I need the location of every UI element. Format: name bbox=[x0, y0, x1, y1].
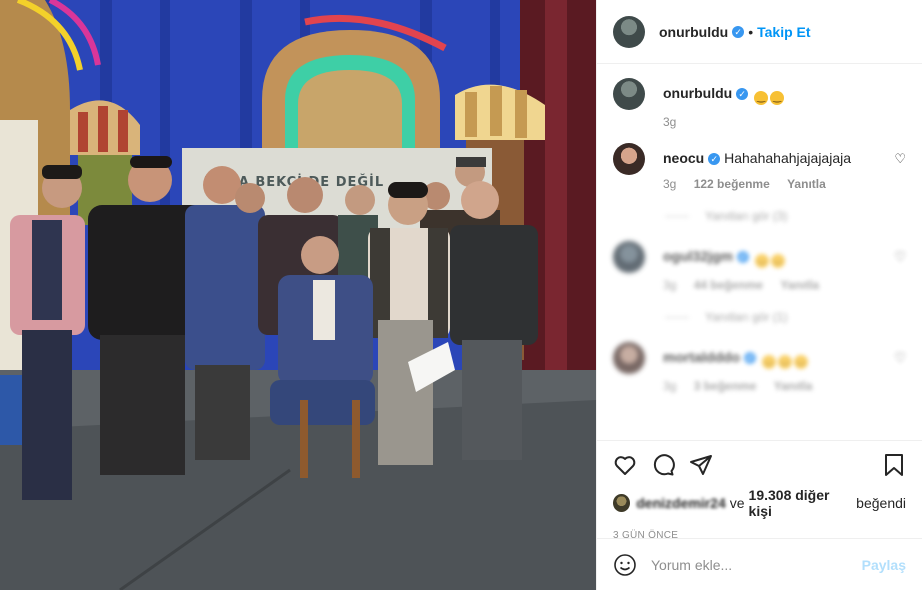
caption-row: onurbuldu ✓ ‿ ‿ 3g bbox=[613, 78, 906, 129]
comment-row: mortaldddo ✓ ◡ ◡ ◡ 3g 3 beğenme Yanıtla ♡ bbox=[613, 342, 906, 393]
commenter-avatar[interactable] bbox=[613, 241, 645, 273]
emoji-picker-icon[interactable] bbox=[613, 553, 637, 577]
commenter-avatar[interactable] bbox=[613, 143, 645, 175]
comment-row: ogul32jgm ✓ ◡ ◡ 3g 44 beğenme Yanıtla ♡ bbox=[613, 241, 906, 292]
commenter-username[interactable]: neocu bbox=[663, 150, 704, 166]
laugh-emoji-icon: ◡ bbox=[761, 355, 776, 369]
likes-summary: denizdemir24 ve 19.308 diğer kişi beğend… bbox=[613, 487, 906, 519]
post-photo[interactable]: DAHA BEKÇİ DE DEĞİL bbox=[0, 0, 596, 590]
smile-emoji-icon: ‿ bbox=[770, 91, 785, 105]
post-header: onurbuldu ✓ • Takip Et bbox=[597, 0, 922, 64]
comment-like-heart-icon[interactable]: ♡ bbox=[894, 151, 906, 167]
verified-badge-icon: ✓ bbox=[744, 352, 756, 364]
verified-badge-icon: ✓ bbox=[732, 25, 745, 38]
comment-time[interactable]: 3g bbox=[663, 278, 676, 292]
view-replies-button[interactable]: Yanıtları gör (1) bbox=[665, 310, 906, 324]
caption-username[interactable]: onurbuldu bbox=[663, 85, 732, 101]
caption-avatar[interactable] bbox=[613, 78, 645, 110]
replies-divider bbox=[665, 316, 689, 318]
comment-time[interactable]: 3g bbox=[663, 379, 676, 393]
replies-divider bbox=[665, 215, 689, 217]
view-replies-label: Yanıtları gör (3) bbox=[705, 209, 788, 223]
comments-list: onurbuldu ✓ ‿ ‿ 3g neocu ✓ Hahahahahjajajaj… bbox=[597, 64, 922, 438]
comment-likes-count[interactable]: 3 beğenme bbox=[694, 379, 757, 393]
author-username[interactable]: onurbuldu bbox=[659, 24, 728, 40]
verified-badge-icon: ✓ bbox=[708, 153, 721, 165]
view-replies-label: Yanıtları gör (1) bbox=[705, 310, 788, 324]
comment-row: neocu ✓ Hahahahahjajajajaja 3g 122 beğenm… bbox=[613, 143, 906, 191]
first-liker-username[interactable]: denizdemir24 bbox=[636, 495, 725, 511]
verified-badge-icon: ✓ bbox=[737, 251, 750, 263]
author-avatar[interactable] bbox=[613, 15, 645, 48]
post-photo-canvas: DAHA BEKÇİ DE DEĞİL bbox=[0, 0, 596, 590]
view-replies-button[interactable]: Yanıtları gör (3) bbox=[665, 209, 906, 223]
reply-button[interactable]: Yanıtla bbox=[780, 278, 819, 292]
likes-suffix: beğendi bbox=[856, 495, 906, 511]
comment-like-heart-icon[interactable]: ♡ bbox=[894, 249, 906, 265]
caption-time[interactable]: 3g bbox=[663, 115, 676, 129]
verified-badge-icon: ✓ bbox=[736, 88, 749, 100]
header-separator: • bbox=[748, 23, 754, 40]
post-side-panel: onurbuldu ✓ • Takip Et onurbuldu ✓ ‿ ‿ 3g bbox=[596, 0, 922, 590]
share-direct-icon[interactable] bbox=[689, 453, 713, 477]
instagram-post-window: DAHA BEKÇİ DE DEĞİL bbox=[0, 0, 922, 590]
follow-button[interactable]: Takip Et bbox=[757, 24, 810, 40]
comment-like-heart-icon[interactable]: ♡ bbox=[894, 350, 906, 366]
comment-likes-count[interactable]: 44 beğenme bbox=[694, 278, 763, 292]
commenter-avatar[interactable] bbox=[613, 342, 645, 374]
laugh-emoji-icon: ◡ bbox=[793, 355, 808, 369]
comment-likes-count[interactable]: 122 beğenme bbox=[694, 177, 770, 191]
laugh-emoji-icon: ◡ bbox=[754, 254, 769, 268]
laugh-emoji-icon: ◡ bbox=[770, 254, 785, 268]
likes-conjunction: ve bbox=[729, 495, 745, 511]
comment-input[interactable] bbox=[651, 556, 862, 573]
smile-emoji-icon: ‿ bbox=[754, 91, 769, 105]
post-comment-button[interactable]: Paylaş bbox=[862, 557, 906, 573]
commenter-username[interactable]: mortaldddo bbox=[663, 349, 740, 365]
comment-text: Hahahahahjajajajaja bbox=[724, 150, 852, 166]
commenter-username[interactable]: ogul32jgm bbox=[663, 248, 733, 264]
save-bookmark-icon[interactable] bbox=[882, 453, 906, 477]
post-actions: denizdemir24 ve 19.308 diğer kişi beğend… bbox=[597, 440, 922, 541]
reply-button[interactable]: Yanıtla bbox=[774, 379, 813, 393]
reply-button[interactable]: Yanıtla bbox=[787, 177, 826, 191]
liker-avatar[interactable] bbox=[613, 494, 631, 512]
comment-bubble-icon[interactable] bbox=[651, 453, 675, 477]
likes-count-button[interactable]: 19.308 diğer kişi bbox=[749, 487, 853, 519]
comment-time[interactable]: 3g bbox=[663, 177, 676, 191]
add-comment-bar: Paylaş bbox=[597, 538, 922, 590]
laugh-emoji-icon: ◡ bbox=[777, 355, 792, 369]
like-heart-icon[interactable] bbox=[613, 453, 637, 477]
